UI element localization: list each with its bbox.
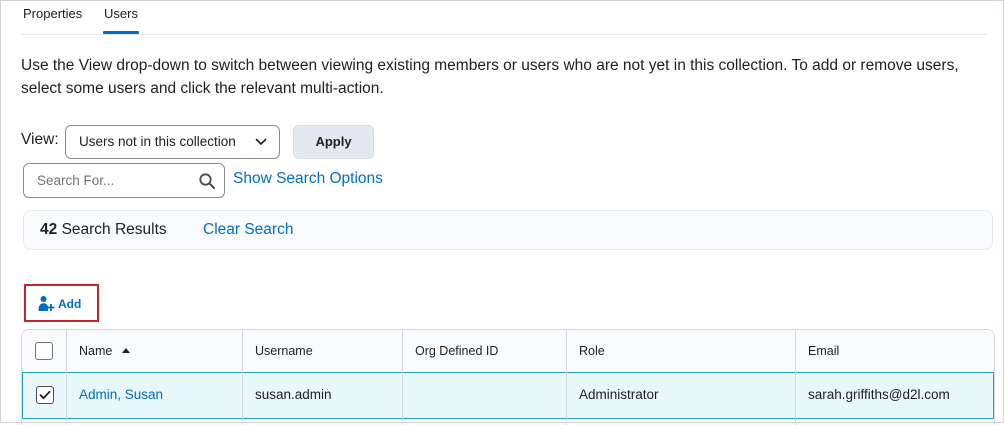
email-cell: sarah.griffiths@d2l.com — [808, 387, 950, 402]
search-input[interactable]: Search For... — [23, 163, 225, 198]
results-summary: 42 Search Results — [40, 221, 167, 239]
column-header-email: Email — [808, 344, 840, 358]
column-divider — [566, 330, 567, 425]
apply-button[interactable]: Apply — [293, 125, 374, 159]
view-select[interactable]: Users not in this collection — [65, 125, 280, 159]
checkmark-icon — [39, 390, 51, 400]
add-button-label: Add — [58, 297, 82, 311]
clear-search-link[interactable]: Clear Search — [203, 221, 293, 239]
sort-ascending-icon[interactable] — [122, 348, 131, 353]
add-user-icon — [38, 296, 55, 311]
instructions-text: Use the View drop-down to switch between… — [21, 57, 959, 97]
search-icon[interactable] — [198, 172, 216, 190]
users-table: Name Username Org Defined ID Role Email … — [21, 329, 995, 425]
username-cell: susan.admin — [255, 387, 332, 402]
column-header-org-defined-id: Org Defined ID — [415, 344, 499, 358]
view-select-value: Users not in this collection — [79, 134, 236, 149]
view-label: View: — [21, 131, 59, 148]
search-placeholder: Search For... — [37, 173, 115, 188]
row-checkbox[interactable] — [36, 386, 54, 404]
select-all-checkbox[interactable] — [35, 342, 53, 360]
chevron-down-icon — [255, 138, 267, 145]
tab-bar: Properties Users — [21, 1, 987, 35]
show-search-options-link[interactable]: Show Search Options — [233, 170, 383, 188]
role-cell: Administrator — [579, 387, 659, 402]
results-label: Search Results — [61, 221, 167, 238]
table-row[interactable]: Admin, Susan susan.admin Administrator s… — [22, 372, 994, 419]
user-name-link[interactable]: Admin, Susan — [79, 387, 163, 402]
tab-users[interactable]: Users — [103, 6, 139, 34]
column-header-name[interactable]: Name — [79, 344, 131, 358]
column-header-role: Role — [579, 344, 605, 358]
results-count: 42 — [40, 221, 58, 238]
table-header: Name Username Org Defined ID Role Email — [22, 330, 994, 373]
add-button[interactable]: Add — [24, 284, 99, 322]
tab-properties[interactable]: Properties — [23, 6, 82, 21]
column-divider — [402, 330, 403, 425]
column-divider — [795, 330, 796, 425]
column-divider — [242, 330, 243, 425]
column-divider — [66, 330, 67, 425]
column-header-username: Username — [255, 344, 313, 358]
search-results-bar: 42 Search Results Clear Search — [23, 210, 993, 250]
